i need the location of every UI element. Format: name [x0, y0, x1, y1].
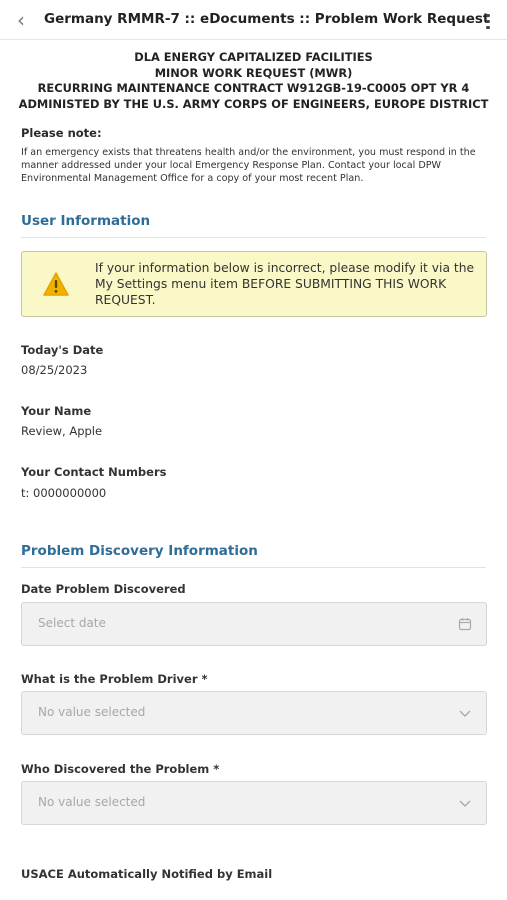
header-line: MINOR WORK REQUEST (MWR) — [154, 65, 353, 80]
date-discovered-input[interactable]: Select date — [21, 602, 487, 646]
problem-driver-placeholder: No value selected — [38, 705, 146, 719]
top-app-bar: ‹ Germany RMMR-7 :: eDocuments :: Proble… — [0, 0, 507, 40]
your-name-value: Review, Apple — [21, 424, 103, 438]
usace-notified-label: USACE Automatically Notified by Email — [21, 867, 273, 881]
problem-driver-select[interactable]: No value selected — [21, 691, 487, 735]
document-header: DLA ENERGY CAPITALIZED FACILITIES MINOR … — [0, 50, 507, 112]
note-title: Please note: — [21, 126, 102, 140]
section-title-problem-discovery: Problem Discovery Information — [21, 543, 258, 559]
header-line: ADMINISTED BY THE U.S. ARMY CORPS OF ENG… — [18, 96, 489, 111]
todays-date-label: Today's Date — [21, 343, 104, 357]
problem-discoverer-placeholder: No value selected — [38, 795, 146, 809]
date-discovered-placeholder: Select date — [38, 616, 106, 630]
problem-driver-label: What is the Problem Driver * — [21, 672, 208, 686]
alert-message: If your information below is incorrect, … — [95, 261, 475, 307]
header-line: DLA ENERGY CAPITALIZED FACILITIES — [134, 50, 373, 64]
todays-date-value: 08/25/2023 — [21, 363, 88, 377]
contact-numbers-value: t: 0000000000 — [21, 486, 107, 500]
warning-alert: If your information below is incorrect, … — [21, 251, 487, 317]
calendar-icon[interactable] — [458, 617, 472, 631]
section-divider — [21, 237, 486, 238]
back-button[interactable]: ‹ — [10, 7, 32, 33]
warning-icon — [43, 272, 69, 296]
chevron-down-icon — [459, 800, 471, 807]
chevron-left-icon: ‹ — [17, 8, 25, 32]
header-line: RECURRING MAINTENANCE CONTRACT W912GB-19… — [37, 81, 470, 95]
more-vertical-icon — [477, 9, 499, 29]
contact-numbers-label: Your Contact Numbers — [21, 465, 167, 479]
section-title-user-information: User Information — [21, 213, 151, 229]
more-options-button[interactable] — [477, 9, 499, 31]
chevron-down-icon — [459, 710, 471, 717]
section-divider — [21, 567, 486, 568]
problem-discoverer-label: Who Discovered the Problem * — [21, 762, 220, 776]
note-body: If an emergency exists that threatens he… — [21, 147, 476, 184]
page-title: Germany RMMR-7 :: eDocuments :: Problem … — [44, 11, 490, 27]
your-name-label: Your Name — [21, 404, 92, 418]
date-discovered-label: Date Problem Discovered — [21, 582, 186, 596]
problem-discoverer-select[interactable]: No value selected — [21, 781, 487, 825]
